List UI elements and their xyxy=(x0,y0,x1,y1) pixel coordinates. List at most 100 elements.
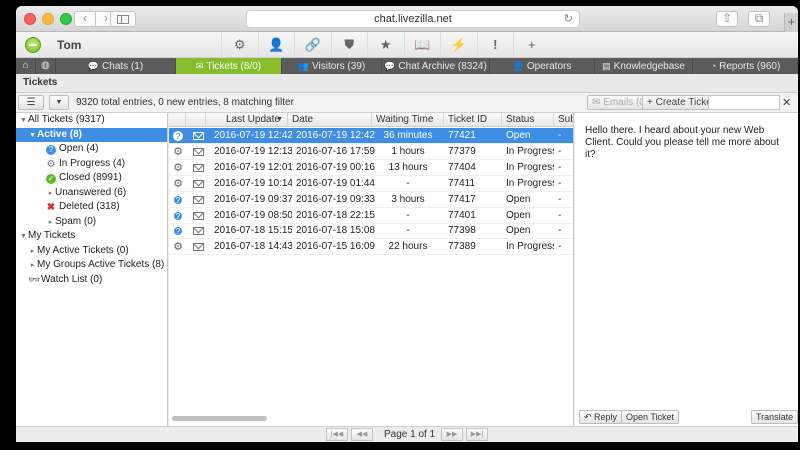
open-status-icon: ? xyxy=(173,194,183,205)
tree-item-label: Open (4) xyxy=(59,143,99,154)
livezilla-logo[interactable] xyxy=(25,37,41,53)
close-window-button[interactable] xyxy=(24,13,36,25)
back-icon[interactable]: ‹ xyxy=(74,11,96,27)
open-ticket-button[interactable]: Open Ticket xyxy=(621,410,680,424)
shield-icon[interactable]: ⛊ xyxy=(330,32,368,58)
cell-date: 2016-07-19 09:33:22 xyxy=(296,193,376,205)
column-type[interactable] xyxy=(169,113,186,127)
list-view-button[interactable]: ☰ xyxy=(18,95,44,110)
tree-item[interactable]: ▼Active (8) xyxy=(16,127,167,144)
reply-button[interactable]: ↶ Reply xyxy=(579,410,623,424)
cell-waiting: 36 minutes xyxy=(383,130,433,141)
table-row[interactable]: ⚙ 2016-07-18 14:43:39 2016-07-15 16:09:01 2… xyxy=(169,239,573,256)
search-input[interactable] xyxy=(708,95,780,110)
column-waiting-time[interactable]: Waiting Time xyxy=(372,113,444,127)
column-date[interactable]: Date xyxy=(288,113,372,127)
filter-button[interactable]: ▼ xyxy=(49,95,69,110)
tree-item[interactable]: ✖ Deleted (318) xyxy=(16,200,167,215)
table-row[interactable]: ⚙ 2016-07-19 10:14:41 2016-07-19 01:44:41 -… xyxy=(169,176,573,192)
home-tab[interactable]: ⌂ xyxy=(16,58,36,74)
open-status-icon: ? xyxy=(173,226,183,237)
add-icon[interactable]: + xyxy=(513,32,550,58)
last-page-button[interactable]: ▶▶| xyxy=(466,428,488,441)
sidebar-toggle-button[interactable] xyxy=(110,11,136,27)
tab-operators[interactable]: 👤 Operators xyxy=(490,58,595,74)
collapse-arrow-icon[interactable]: ▸ xyxy=(46,216,55,231)
column-label: Last Update xyxy=(226,114,280,125)
reload-icon[interactable]: ↻ xyxy=(564,11,573,27)
table-row[interactable]: ⚙ 2016-07-19 12:01:15 2016-07-19 00:16:02 1… xyxy=(169,160,573,176)
tree-item[interactable]: ▸ My Active Tickets (0) xyxy=(16,244,167,259)
tab-chats[interactable]: 💬 Chats (1) xyxy=(56,58,176,74)
table-row[interactable]: ? 2016-07-18 15:15:15 2016-07-18 15:08:59 -… xyxy=(169,223,573,240)
users-icon: 👥 xyxy=(297,61,310,71)
column-last-update[interactable]: Last Update ▼ xyxy=(206,113,288,127)
expand-arrow-icon[interactable]: ▼ xyxy=(28,129,37,144)
tree-item-label: Active (8) xyxy=(37,128,83,140)
settings-icon[interactable]: ⚙ xyxy=(221,32,258,58)
table-row[interactable]: ? 2016-07-19 09:37:01 2016-07-19 09:33:22 3… xyxy=(169,192,573,208)
tree-item[interactable]: ? Open (4) xyxy=(16,142,167,157)
tab-visitors[interactable]: 👥 Visitors (39) xyxy=(282,58,382,74)
tab-knowledgebase[interactable]: ▤ Knowledgebase xyxy=(595,58,693,74)
first-page-button[interactable]: |◀◀ xyxy=(326,428,348,441)
address-bar[interactable]: chat.livezilla.net ↻ xyxy=(246,10,580,28)
translate-icon[interactable]: 📖 xyxy=(403,32,441,58)
clear-search-icon[interactable]: ✕ xyxy=(782,96,791,109)
table-row[interactable]: ? 2016-07-19 12:42:44 2016-07-19 12:42:44 3… xyxy=(169,128,573,144)
table-row[interactable]: ⚙ 2016-07-19 12:13:03 2016-07-16 17:59:20 1… xyxy=(169,144,573,160)
translate-button[interactable]: Translate xyxy=(751,410,798,424)
prev-page-button[interactable]: ◀◀ xyxy=(351,428,373,441)
alert-icon[interactable]: ! xyxy=(476,32,514,58)
table-row[interactable]: ? 2016-07-19 08:50:37 2016-07-18 22:15:41 -… xyxy=(169,208,573,224)
cell-status: Open xyxy=(506,193,531,205)
tab-reports[interactable]: ◔ Reports (960) xyxy=(693,58,798,74)
tree-item[interactable]: ⚙ In Progress (4) xyxy=(16,157,167,172)
collapse-arrow-icon[interactable]: ▸ xyxy=(46,187,55,202)
envelope-icon xyxy=(193,179,204,188)
horizontal-scrollbar[interactable] xyxy=(172,416,267,421)
envelope-icon xyxy=(193,227,204,236)
expand-arrow-icon[interactable]: ▼ xyxy=(19,230,28,245)
username[interactable]: Tom xyxy=(57,38,81,52)
column-status[interactable]: Status xyxy=(502,113,554,127)
tree-item[interactable]: ▸ Spam (0) xyxy=(16,215,167,230)
collapse-arrow-icon[interactable]: ▸ xyxy=(28,259,37,274)
tree-item[interactable]: ▼All Tickets (9317) xyxy=(16,113,167,128)
column-subject[interactable]: Sub xyxy=(554,113,573,127)
column-ticket-id[interactable]: Ticket ID xyxy=(444,113,502,127)
cell-status: In Progress xyxy=(506,145,554,157)
cell-sub: - xyxy=(558,225,562,237)
tab-tickets[interactable]: ✉ Tickets (8/0) xyxy=(176,58,282,74)
user-icon[interactable]: 👤 xyxy=(257,32,295,58)
link-icon[interactable]: 🔗 xyxy=(294,32,331,58)
tree-item[interactable]: ▸ My Groups Active Tickets (8) xyxy=(16,258,167,273)
bolt-icon[interactable]: ⚡ xyxy=(440,32,477,58)
book-icon: ▤ xyxy=(602,61,611,71)
in-progress-gear-icon: ⚙ xyxy=(173,177,183,190)
tree-item[interactable]: 👓Watch List (0) xyxy=(16,273,167,288)
mail-icon: ✉ xyxy=(195,61,204,71)
tab-chat-archive[interactable]: 💬 Chat Archive (8324) xyxy=(382,58,490,74)
cell-id: 77389 xyxy=(448,241,476,253)
tree-item[interactable]: ▼My Tickets xyxy=(16,229,167,244)
globe-tab[interactable]: ◍ xyxy=(36,58,56,74)
tree-item[interactable]: ✓ Closed (8991) xyxy=(16,171,167,186)
new-tab-icon[interactable]: + xyxy=(784,13,798,32)
expand-arrow-icon[interactable]: ▼ xyxy=(19,114,28,129)
tab-label: Operators xyxy=(526,61,572,72)
tree-item-label: Watch List (0) xyxy=(41,273,103,285)
column-mail[interactable] xyxy=(186,113,206,127)
next-page-button[interactable]: ▶▶ xyxy=(441,428,463,441)
minimize-window-button[interactable] xyxy=(42,13,54,25)
cell-sub: - xyxy=(558,193,562,205)
collapse-arrow-icon[interactable]: ▸ xyxy=(28,245,37,260)
share-icon[interactable]: ⇧ xyxy=(716,11,738,27)
cell-sub: - xyxy=(558,177,562,189)
tree-item[interactable]: ▸ Unanswered (6) xyxy=(16,186,167,201)
zoom-window-button[interactable] xyxy=(60,13,72,25)
tabs-overview-icon[interactable]: ⧉ xyxy=(748,11,770,27)
star-icon[interactable]: ★ xyxy=(367,32,404,58)
cell-sub: - xyxy=(558,209,562,221)
cell-waiting: 13 hours xyxy=(388,161,428,173)
